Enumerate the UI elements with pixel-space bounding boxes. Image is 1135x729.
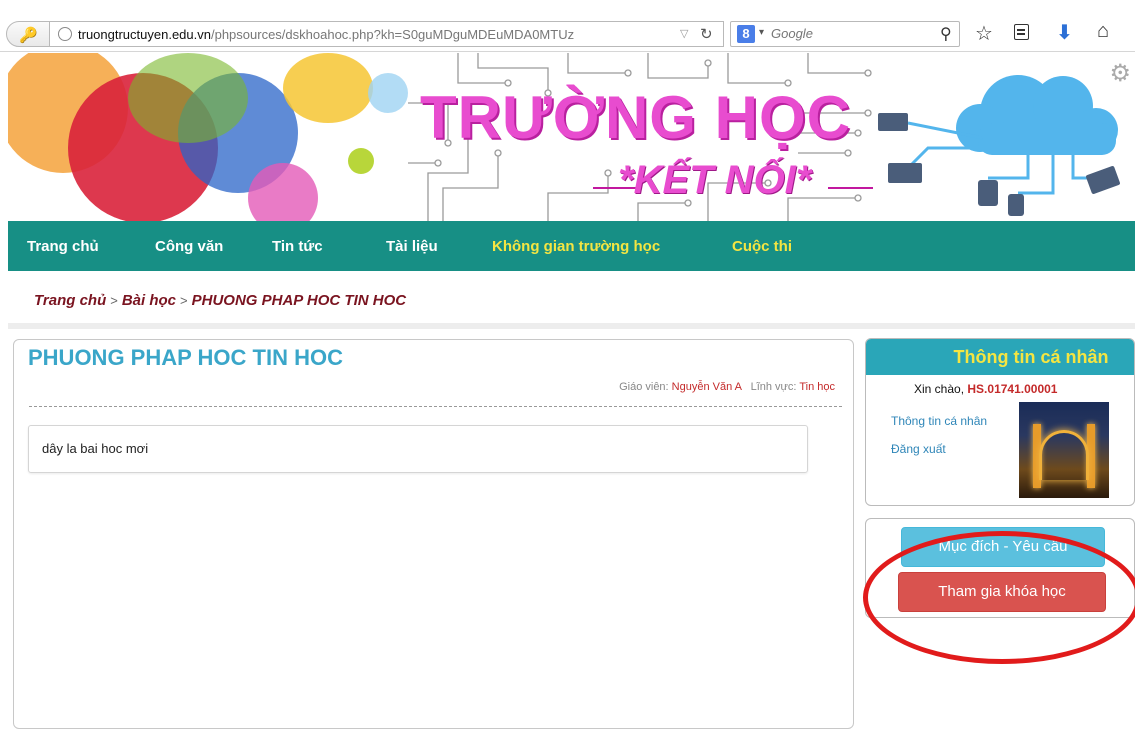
- divider: [29, 406, 842, 407]
- decor-bubble: [348, 148, 374, 174]
- gear-icon[interactable]: ⚙: [1109, 59, 1131, 88]
- search-input[interactable]: Google: [771, 26, 813, 41]
- site-banner: TRƯỜNG HỌC *KẾT NỐI* ⚙: [8, 53, 1135, 221]
- chevron-down-icon[interactable]: ▾: [759, 27, 764, 38]
- browser-toolbar: 🔑 truongtructuyen.edu.vn/phpsources/dskh…: [0, 14, 1135, 52]
- greeting: Xin chào, HS.01741.00001: [914, 382, 1057, 396]
- profile-info-link[interactable]: Thông tin cá nhân: [891, 414, 987, 428]
- breadcrumb-separator: >: [180, 293, 188, 308]
- google-icon[interactable]: 8: [737, 25, 755, 43]
- banner-subtitle: *KẾT NỐI*: [618, 158, 812, 202]
- globe-icon: [58, 27, 72, 41]
- decor-bubble: [248, 163, 318, 221]
- join-course-button[interactable]: Tham gia khóa học: [898, 572, 1106, 612]
- profile-panel: Thông tin cá nhân Xin chào, HS.01741.000…: [865, 338, 1135, 506]
- nav-item-cuoc-thi[interactable]: Cuộc thi: [732, 238, 792, 255]
- search-box[interactable]: 8 ▾ Google: [730, 21, 960, 47]
- main-nav: Trang chủ Công văn Tin tức Tài liệu Khôn…: [8, 221, 1135, 271]
- user-id: HS.01741.00001: [967, 382, 1058, 396]
- breadcrumb-lessons[interactable]: Bài học: [122, 292, 176, 309]
- lesson-item[interactable]: dây la bai hoc mơi: [28, 425, 808, 473]
- url-bar[interactable]: 🔑 truongtructuyen.edu.vn/phpsources/dskh…: [6, 21, 724, 47]
- course-title: PHUONG PHAP HOC TIN HOC: [28, 345, 343, 370]
- nav-item-khong-gian-truong-hoc[interactable]: Không gian trường học: [492, 238, 660, 255]
- banner-title: TRƯỜNG HỌC: [420, 84, 851, 151]
- decor-bubble: [128, 53, 248, 143]
- profile-header: Thông tin cá nhân: [866, 339, 1134, 375]
- nav-item-tai-lieu[interactable]: Tài liệu: [386, 238, 438, 255]
- breadcrumb-current: PHUONG PHAP HOC TIN HOC: [191, 292, 407, 309]
- url-text[interactable]: truongtructuyen.edu.vn/phpsources/dskhoa…: [78, 27, 574, 42]
- nav-item-tin-tuc[interactable]: Tin tức: [272, 238, 323, 255]
- course-actions-panel: Mục đích - Yêu cầu Tham gia khóa học: [865, 518, 1135, 618]
- reader-icon[interactable]: [1014, 24, 1029, 40]
- download-icon[interactable]: ⬇: [1056, 20, 1073, 45]
- search-icon[interactable]: ⚲: [940, 24, 952, 44]
- field-name: Tin học: [799, 381, 835, 393]
- key-icon: 🔑: [19, 27, 38, 44]
- star-icon[interactable]: ☆: [975, 21, 993, 46]
- cloud-network-graphic: [878, 75, 1120, 216]
- nav-item-trang-chu[interactable]: Trang chủ: [27, 238, 99, 255]
- goals-button[interactable]: Mục đích - Yêu cầu: [901, 527, 1105, 567]
- breadcrumb-separator: >: [110, 293, 118, 308]
- avatar: [1019, 402, 1109, 498]
- teacher-name: Nguyễn Văn A: [671, 381, 742, 393]
- course-panel: PHUONG PHAP HOC TIN HOC Giáo viên: Nguyễ…: [13, 339, 854, 729]
- breadcrumb-home[interactable]: Trang chủ: [34, 292, 106, 309]
- decor-bubble: [283, 53, 373, 123]
- home-icon[interactable]: ⌂: [1097, 20, 1109, 43]
- lesson-text: dây la bai hoc mơi: [42, 441, 149, 456]
- breadcrumb: Trang chủ > Bài học > PHUONG PHAP HOC TIN HO…: [8, 271, 1135, 329]
- nav-item-cong-van[interactable]: Công văn: [155, 238, 223, 255]
- gate-arch: [1039, 430, 1089, 480]
- course-meta: Giáo viên: Nguyễn Văn A Lĩnh vực: Tin họ…: [619, 381, 835, 393]
- url-input[interactable]: truongtructuyen.edu.vn/phpsources/dskhoa…: [50, 21, 724, 47]
- field-label: Lĩnh vực:: [750, 381, 797, 393]
- chevron-down-icon[interactable]: ▽: [680, 27, 688, 40]
- profile-title: Thông tin cá nhân: [953, 347, 1109, 367]
- greeting-text: Xin chào,: [914, 382, 965, 396]
- site-identity-button[interactable]: 🔑: [6, 21, 50, 47]
- reload-icon[interactable]: ↻: [700, 25, 713, 43]
- decor-bubble: [368, 73, 408, 113]
- logout-link[interactable]: Đăng xuất: [891, 442, 946, 456]
- teacher-label: Giáo viên:: [619, 381, 669, 393]
